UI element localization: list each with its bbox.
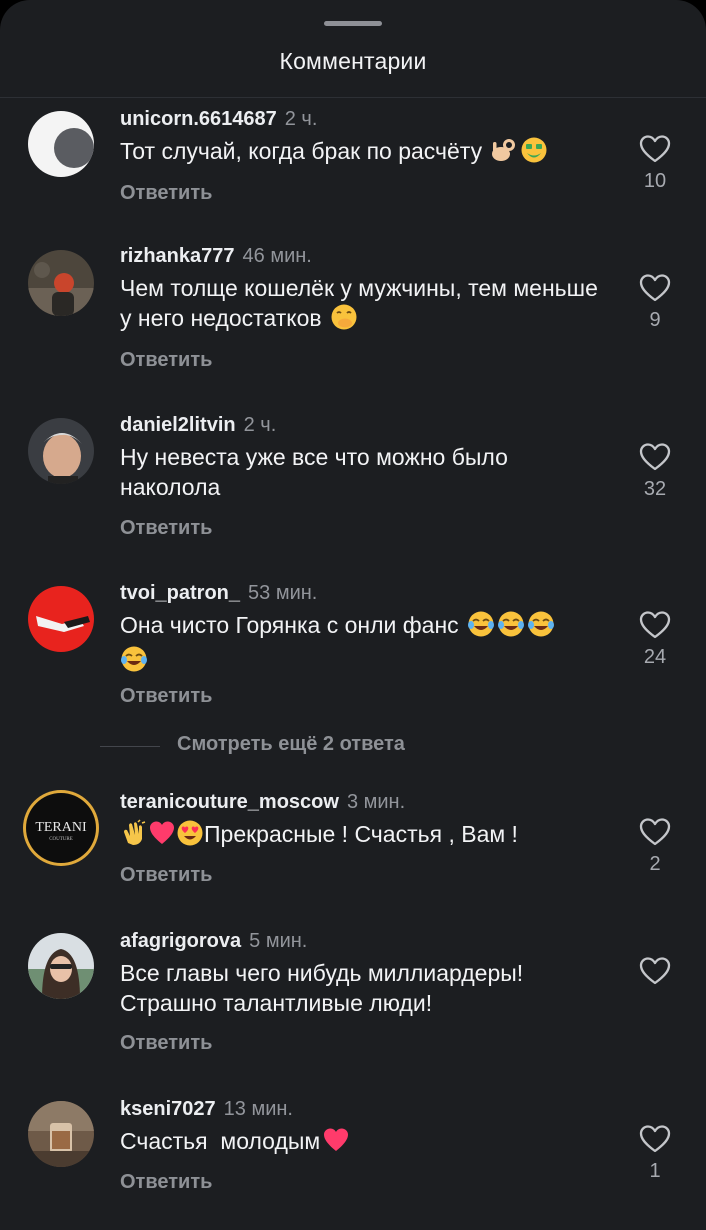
heart-outline-icon[interactable] [639, 442, 671, 472]
comment-text-container: Прекрасные ! Счастья , Вам ! [120, 819, 610, 854]
avatar[interactable] [28, 111, 94, 177]
header-divider [0, 97, 706, 98]
comment-time: 5 мин. [249, 930, 308, 952]
comment-text: Тот случай, когда брак по расчёту [120, 138, 483, 164]
comment-text: Счастья молодым [120, 1128, 321, 1154]
avatar[interactable] [28, 933, 94, 999]
like-control[interactable]: 2 [636, 817, 674, 876]
reply-button[interactable]: Ответить [120, 182, 212, 205]
comment-time: 2 ч. [243, 414, 277, 436]
sheet-title: Комментарии [279, 48, 427, 74]
like-control[interactable]: 24 [636, 610, 674, 669]
comment-text-container: Тот случай, когда брак по расчёту [120, 136, 610, 171]
comment-time: 2 ч. [284, 108, 318, 130]
username[interactable]: kseni7027 [120, 1098, 216, 1120]
reply-button[interactable]: Ответить [120, 349, 212, 372]
heart-eyes-face-icon [176, 819, 204, 854]
avatar[interactable]: TERANI COUTURE [22, 789, 100, 867]
reply-button[interactable]: Ответить [120, 864, 212, 887]
username[interactable]: teranicouture_moscow [120, 791, 339, 813]
like-control[interactable]: 1 [636, 1124, 674, 1183]
tears-of-joy-icon [497, 610, 525, 645]
username[interactable]: rizhanka777 [120, 245, 235, 267]
heart-outline-icon[interactable] [639, 273, 671, 303]
like-count: 24 [643, 646, 667, 668]
tears-of-joy-icon [120, 645, 148, 680]
comment-text-container: Она чисто Горянка с онли фанс [120, 610, 610, 680]
heart-outline-icon[interactable] [639, 817, 671, 847]
comment-text: Все главы чего нибудь миллиардеры! Страш… [120, 960, 524, 1016]
reply-button[interactable]: Ответить [120, 1032, 212, 1055]
replies-divider [100, 746, 160, 747]
avatar[interactable] [28, 250, 94, 316]
like-count: 1 [649, 1160, 661, 1182]
comment-time: 53 мин. [248, 582, 318, 604]
avatar[interactable] [28, 1101, 94, 1167]
username[interactable]: unicorn.6614687 [120, 108, 277, 130]
comment-text-container: Чем толще кошелёк у мужчины, тем меньше … [120, 273, 610, 338]
comment-time: 46 мин. [242, 245, 312, 267]
comment-text: Прекрасные ! Счастья , Вам ! [204, 821, 518, 847]
like-control[interactable] [636, 956, 674, 992]
like-control[interactable]: 9 [636, 273, 674, 332]
money-mouth-face-icon [520, 136, 548, 171]
username[interactable]: tvoi_patron_ [120, 582, 240, 604]
username[interactable]: afagrigorova [120, 930, 241, 952]
like-count: 32 [643, 478, 667, 500]
like-control[interactable]: 10 [636, 134, 674, 193]
comment-text: Чем толще кошелёк у мужчины, тем меньше … [120, 275, 598, 331]
terani-logo-subtext: COUTURE [49, 837, 73, 842]
avatar[interactable] [28, 418, 94, 484]
like-count: 10 [643, 170, 667, 192]
pink-heart-icon [322, 1126, 350, 1161]
comment-text: Она чисто Горянка с онли фанс [120, 612, 459, 638]
heart-outline-icon[interactable] [639, 1124, 671, 1154]
terani-logo-text: TERANI [35, 820, 87, 835]
comment-text: Ну невеста уже все что можно было наколо… [120, 444, 508, 500]
tears-of-joy-icon [467, 610, 495, 645]
ok-hand-icon [490, 136, 518, 171]
heart-outline-icon[interactable] [639, 134, 671, 164]
view-more-replies-label[interactable]: Смотреть ещё 2 ответа [177, 733, 405, 756]
like-count: 9 [649, 309, 661, 331]
reply-button[interactable]: Ответить [120, 1171, 212, 1194]
drag-handle[interactable] [324, 21, 382, 26]
like-control[interactable]: 32 [636, 442, 674, 501]
comment-text-container: Счастья молодым [120, 1126, 610, 1161]
pink-heart-icon [148, 819, 176, 854]
like-count: 2 [649, 853, 661, 875]
heart-outline-icon[interactable] [639, 956, 671, 986]
tears-of-joy-icon [527, 610, 555, 645]
comment-time: 13 мин. [223, 1098, 293, 1120]
hand-over-mouth-face-icon [330, 303, 358, 338]
heart-outline-icon[interactable] [639, 610, 671, 640]
comment-time: 3 мин. [346, 791, 406, 813]
comments-sheet: Комментарии unicorn.6614687 2 ч. Тот случ… [0, 0, 706, 1230]
username[interactable]: daniel2litvin [120, 414, 236, 436]
clapping-hands-icon [120, 819, 148, 854]
avatar[interactable] [28, 586, 94, 652]
reply-button[interactable]: Ответить [120, 685, 212, 708]
reply-button[interactable]: Ответить [120, 517, 212, 540]
